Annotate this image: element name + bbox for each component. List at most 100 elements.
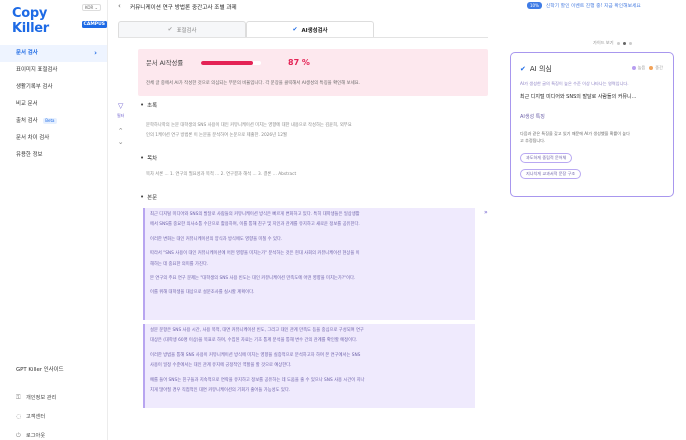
guide-label[interactable]: 가이드 보기 xyxy=(593,40,614,46)
filter-icon[interactable]: ▽ xyxy=(118,102,123,110)
bullet-icon: • xyxy=(140,154,145,162)
text-line: 인의 1케이션 연구 방법론 이 논문을 분석하여 논문으로 제출한. 2026… xyxy=(146,133,287,138)
chevron-down-icon[interactable]: ⌄ xyxy=(118,138,124,146)
section-abstract-head[interactable]: • 초록 xyxy=(140,101,157,109)
language-select[interactable]: KOR ⌄ xyxy=(82,4,101,11)
section-toc-head[interactable]: • 목차 xyxy=(140,154,157,162)
sidebar-item-diff-check[interactable]: 문서 차이 검사 xyxy=(0,130,107,147)
text-line: 치게 많아질 경우 직접적인 대면 커뮤니케이션의 기회가 줄어들 가능성도 있… xyxy=(150,388,291,394)
sidebar-item-source-check[interactable]: 출처 검사 Beta xyxy=(0,113,107,130)
promo-text: 신학기 할인 이벤트 진행 중! 지금 확인해보세요 xyxy=(545,4,641,9)
text-line: 목차 서론 ... 1. 연구의 필요성과 목적 ... 2. 연구결과 해석 … xyxy=(146,172,297,177)
sidebar-nav: 문서 검사 › 표이미지 표절검사 생활기록부 검사 비교 문서 출처 검사 B… xyxy=(0,45,107,164)
check-icon: ✔ xyxy=(520,65,526,73)
tab-ai-check[interactable]: ✔ AI생성검사 xyxy=(246,21,374,37)
document-title: 커뮤니케이션 연구 방법론 중간고사 조별 과제 xyxy=(130,5,237,11)
text-line: 해하는 데 중요한 의미를 가진다. xyxy=(150,261,209,267)
text-line: 따라서 "SNS 사용이 대인 커뮤니케이션에 어떤 영향을 미치는가" 분석하… xyxy=(150,251,360,257)
chat-icon: ◌ xyxy=(16,412,22,420)
logout-icon: ⏻ xyxy=(16,431,21,439)
expand-panel-icon[interactable]: » xyxy=(484,209,488,216)
sidebar-item-label: 문서 검사 xyxy=(16,50,38,56)
toc-text: 목차 서론 ... 1. 연구의 필요성과 목적 ... 2. 연구결과 해석 … xyxy=(146,170,468,180)
sidebar-item-image-check[interactable]: 표이미지 표절검사 xyxy=(0,62,107,79)
logo-badge: CAMPUS xyxy=(81,20,107,28)
privacy-link[interactable]: ⚿ 개인정보 관리 xyxy=(16,394,56,401)
score-description: 전체 글 중에서 AI가 작성한 것으로 의심되는 부분의 비율입니다. 각 문… xyxy=(146,81,361,86)
sidebar-item-label: 비교 문서 xyxy=(16,101,38,107)
level-label: 중간 xyxy=(655,65,663,70)
footer-label: 개인정보 관리 xyxy=(26,395,57,401)
sidebar-item-label: 유용한 정보 xyxy=(16,152,43,158)
footer-label: 로그아웃 xyxy=(26,433,46,439)
tab-label: AI생성검사 xyxy=(301,27,328,34)
score-progress-bar xyxy=(201,61,261,65)
card-header: ✔ AI 의심 xyxy=(520,64,552,74)
score-progress-fill xyxy=(201,61,254,65)
abstract-text: 문학하나학의 논문 대학생의 SNS 사용이 대인 커뮤니케이션 미치는 영향에… xyxy=(146,121,468,141)
filter-label: 필터 xyxy=(117,113,125,118)
text-line: 설문 문항은 SNS 사용 시간, 사용 목적, 대면 커뮤니케이션 빈도, 그… xyxy=(150,328,364,333)
ai-suspect-card: ✔ AI 의심 높음 중간 AI가 생성한 글의 특징이 높은 수준 이상 나타… xyxy=(510,52,674,197)
sidebar-item-label: 표이미지 표절검사 xyxy=(16,67,58,73)
text-line: 본 연구의 주요 연구 문제는 "대학생의 SNS 사용 빈도는 대인 커뮤니케… xyxy=(150,276,356,282)
score-percent: 87 % xyxy=(288,58,310,67)
right-panel-tools: 가이드 보기 xyxy=(593,40,632,46)
text-line: 대상은 (대학생 60명 이상)을 목표로 하며, 수집된 자료는 기초 통계 … xyxy=(150,338,358,344)
logo[interactable]: Copy Killer CAMPUS xyxy=(12,6,107,36)
card-title: AI 의심 xyxy=(529,65,552,73)
back-arrow-icon[interactable]: ‹ xyxy=(118,2,121,10)
check-tabs: ✔ 표절검사 ✔ AI생성검사 xyxy=(118,21,374,37)
level-label: 높음 xyxy=(637,65,646,70)
text-line: 사용이 일정 수준에서는 대인 관계 유지에 긍정적인 역할을 할 것으로 예상… xyxy=(150,363,292,369)
sidebar-item-useful-info[interactable]: 유용한 정보 xyxy=(0,147,107,164)
ai-suspect-block-2[interactable]: 설문 문항은 SNS 사용 시간, 사용 목적, 대면 커뮤니케이션 빈도, 그… xyxy=(143,324,475,408)
side-tools: ▽ 필터 ⌃ ⌄ xyxy=(117,102,124,149)
feature-chip[interactable]: 과도하게 중립적 문어체 xyxy=(520,153,573,163)
footer-label: 고객센터 xyxy=(26,414,46,420)
text-line: 최근 디지털 미디어와 SNS의 발달로 사람들의 커뮤니케이션 방식은 빠르게… xyxy=(150,212,360,217)
text-line: 예를 들어 SNS는 친구들과 지속적으로 연락을 유지하고 정보를 공유하는 … xyxy=(150,377,365,383)
sidebar-item-compare[interactable]: 비교 문서 xyxy=(0,96,107,113)
page-dot-icon[interactable] xyxy=(616,41,620,45)
text-line: 에서 SNS를 중요한 의사소통 수단으로 활용하며, 이를 통해 친구 및 지… xyxy=(150,222,360,228)
logo-text: Copy Killer xyxy=(12,6,49,36)
text-line: 이를 위해 대학생을 대상으로 설문조사를 실시할 계획이다. xyxy=(150,290,255,296)
section-title: 본문 xyxy=(147,195,158,201)
page-dot-icon[interactable] xyxy=(628,41,632,45)
card-description: AI가 생성한 글의 특징이 높은 수준 이상 나타나는 영역입니다. xyxy=(520,81,629,86)
chevron-up-icon[interactable]: ⌃ xyxy=(118,127,124,135)
text-line: 이러한 방법을 통해 SNS 사용이 커뮤니케이션 방식에 미치는 영향을 실증… xyxy=(150,352,361,358)
promo-banner[interactable]: 10% 신학기 할인 이벤트 진행 중! 지금 확인해보세요 xyxy=(527,2,641,9)
selected-sentence: 최근 디지털 미디어와 SNS의 발달로 사람들의 커뮤니... xyxy=(520,94,637,100)
page-dot-icon[interactable] xyxy=(622,41,626,45)
sidebar-item-label: 출처 검사 xyxy=(16,118,38,124)
tab-plagiarism[interactable]: ✔ 표절검사 xyxy=(118,21,246,37)
score-label: 문서 AI작성률 xyxy=(146,60,184,67)
feature-title: AI생성 특징 xyxy=(520,114,545,120)
beta-badge: Beta xyxy=(43,118,57,124)
level-dot-icon xyxy=(631,66,636,70)
tab-label: 표절검사 xyxy=(176,27,197,34)
gpt-killer-link[interactable]: GPT Killer 인사이드 xyxy=(16,365,64,373)
check-icon: ✔ xyxy=(292,26,298,33)
sidebar-item-document-check[interactable]: 문서 검사 › xyxy=(0,45,107,62)
section-title: 목차 xyxy=(147,156,158,162)
chevron-right-icon: › xyxy=(94,49,97,57)
ai-suspect-block-1[interactable]: 최근 디지털 미디어와 SNS의 발달로 사람들의 커뮤니케이션 방식은 빠르게… xyxy=(143,208,475,320)
logout-link[interactable]: ⏻ 로그아웃 xyxy=(16,432,45,439)
check-icon: ✔ xyxy=(167,26,173,33)
text-line: 고 추정됩니다. xyxy=(520,138,546,143)
feature-chip[interactable]: 지나치게 교과서적 문장 구조 xyxy=(520,169,582,179)
section-body-head[interactable]: • 본문 xyxy=(140,193,157,201)
level-legend: 높음 중간 xyxy=(630,65,663,71)
sidebar-item-label: 문서 차이 검사 xyxy=(16,135,50,141)
bullet-icon: • xyxy=(140,101,145,109)
sidebar-item-label: 생활기록부 검사 xyxy=(16,84,53,90)
text-line: 다음과 같은 특징을 갖고 있기 때문에 AI가 생성했을 확률이 높다 xyxy=(520,131,630,136)
feature-reason: 다음과 같은 특징을 갖고 있기 때문에 AI가 생성했을 확률이 높다 고 추… xyxy=(520,130,670,144)
sidebar-item-record-check[interactable]: 생활기록부 검사 xyxy=(0,79,107,96)
lock-icon: ⚿ xyxy=(16,393,21,401)
support-link[interactable]: ◌ 고객센터 xyxy=(16,413,45,420)
bullet-icon: • xyxy=(140,193,145,201)
